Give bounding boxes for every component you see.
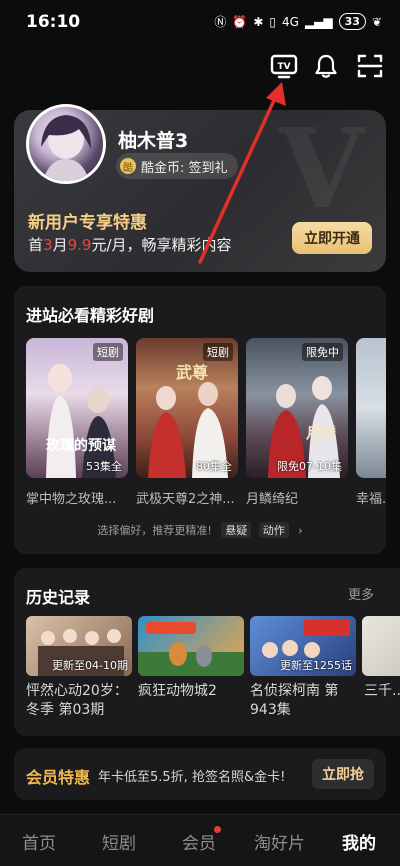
promo-price: 9.9 — [67, 236, 92, 254]
history-more-link[interactable]: 更多 — [348, 584, 374, 603]
history-title: 历史记录 — [26, 588, 91, 607]
poster-2-eps: 80集全 — [196, 460, 232, 473]
poster-2-title[interactable]: 武极天尊2之神... — [136, 488, 238, 507]
bottom-nav: 首页 短剧 会员 淘好片 我的 — [0, 814, 400, 866]
poster-1-tag: 短剧 — [93, 343, 123, 361]
picks-title: 进站必看精彩好剧 — [26, 306, 155, 325]
svg-text:武尊: 武尊 — [176, 363, 208, 382]
chevron-right-icon: › — [298, 524, 303, 537]
nav-vip-badge — [214, 826, 221, 833]
status-icons: Ⓝ ⏰ ✱ ▯ 4G ▂▄▆ 33 ❦ — [214, 13, 382, 30]
poster-1[interactable]: 玫瑰的预谋 短剧 53集全 — [26, 338, 128, 478]
tv-icon: TV — [270, 54, 298, 79]
promo-prefix: 首 — [28, 236, 44, 254]
bell-icon — [315, 54, 337, 78]
coin-label: 酷金币: 签到礼 — [141, 160, 228, 176]
poster-2-tag: 短剧 — [203, 343, 233, 361]
nav-short-drama[interactable]: 短剧 — [102, 829, 136, 854]
tv-cast-button[interactable]: TV — [268, 50, 300, 82]
history-thumb-4[interactable] — [362, 616, 400, 676]
nav-vip[interactable]: 会员 — [182, 829, 216, 854]
nfc-icon: Ⓝ — [214, 15, 227, 29]
nav-mine[interactable]: 我的 — [342, 829, 376, 854]
promo-title: 新用户专享特惠 — [28, 213, 147, 233]
svg-text:月鳞: 月鳞 — [305, 424, 337, 442]
poster-4[interactable] — [356, 338, 386, 478]
history-2-title[interactable]: 疯狂动物城2 — [138, 682, 246, 701]
battery-indicator: 33 — [338, 13, 366, 30]
picks-section: 进站必看精彩好剧 玫瑰的预谋 短剧 53集全 掌中物之玫瑰... 武尊 短剧 8… — [14, 286, 386, 554]
nav-home[interactable]: 首页 — [22, 829, 56, 854]
poster-3-tag: 限免中 — [302, 343, 343, 361]
scan-icon — [357, 54, 383, 78]
status-bar: 16:10 Ⓝ ⏰ ✱ ▯ 4G ▂▄▆ 33 ❦ — [0, 0, 400, 44]
preference-hint-text: 选择偏好，推荐更精准! — [97, 524, 212, 537]
vip-banner[interactable]: 会员特惠 年卡低至5.5折, 抢签名照&金卡! 立即抢 — [14, 748, 386, 800]
avatar[interactable] — [26, 104, 106, 184]
history-1-title[interactable]: 怦然心动20岁：冬季 第03期 — [26, 682, 134, 720]
preference-hint[interactable]: 选择偏好，推荐更精准! 悬疑 动作 › — [14, 522, 386, 538]
alarm-icon: ⏰ — [232, 14, 248, 29]
history-thumb-1[interactable]: 更新至04-10期 — [26, 616, 132, 676]
coin-icon: 酷 — [120, 158, 136, 174]
poster-1-title[interactable]: 掌中物之玫瑰... — [26, 488, 128, 507]
promo-mid: 月 — [52, 236, 68, 254]
poster-4-title[interactable]: 幸福... — [356, 488, 386, 507]
poster-3-eps: 限免07-10集 — [277, 460, 342, 473]
open-membership-button[interactable]: 立即开通 — [292, 222, 372, 254]
scan-button[interactable] — [354, 50, 386, 82]
poster-2[interactable]: 武尊 短剧 80集全 — [136, 338, 238, 478]
history-1-update: 更新至04-10期 — [52, 659, 128, 672]
poster-1-eps: 53集全 — [86, 460, 122, 473]
user-name[interactable]: 柚木普3 — [118, 126, 188, 153]
promo-month: 3 — [43, 236, 53, 254]
history-thumb-3[interactable]: 更新至1255话 — [250, 616, 356, 676]
vip-watermark: V — [278, 110, 364, 233]
poster-3[interactable]: 月鳞 限免中 限免07-10集 — [246, 338, 348, 478]
vip-grab-button[interactable]: 立即抢 — [312, 759, 374, 789]
leaf-icon: ❦ — [371, 14, 382, 29]
promo-subtitle: 首3月9.9元/月，畅享精彩内容 — [28, 234, 232, 255]
history-thumb-2[interactable] — [138, 616, 244, 676]
status-time: 16:10 — [26, 12, 81, 32]
nav-good-films[interactable]: 淘好片 — [254, 829, 305, 854]
history-3-update: 更新至1255话 — [280, 659, 352, 672]
vibrate-icon: ▯ — [269, 14, 276, 29]
poster-3-title[interactable]: 月鳞绮纪 — [246, 488, 348, 507]
svg-text:玫瑰的预谋: 玫瑰的预谋 — [46, 437, 117, 454]
pref-genre-1[interactable]: 悬疑 — [221, 522, 252, 538]
history-4-title[interactable]: 三千... — [364, 682, 400, 701]
vip-text: 年卡低至5.5折, 抢签名照&金卡! — [98, 770, 286, 785]
promo-suffix: 元/月，畅享精彩内容 — [91, 236, 232, 254]
pref-genre-2[interactable]: 动作 — [258, 522, 289, 538]
history-3-title[interactable]: 名侦探柯南 第943集 — [250, 682, 358, 720]
signal-icon: ▂▄▆ — [304, 14, 333, 29]
network-label: 4G — [282, 14, 299, 29]
svg-text:TV: TV — [277, 62, 290, 72]
notification-button[interactable] — [310, 50, 342, 82]
coin-badge[interactable]: 酷 酷金币: 签到礼 — [116, 153, 238, 179]
history-section: 历史记录 更多 更新至04-10期 怦然心动20岁：冬季 第03期 疯狂动物城2… — [14, 568, 400, 736]
bluetooth-icon: ✱ — [253, 14, 264, 29]
vip-title: 会员特惠 — [26, 768, 91, 787]
